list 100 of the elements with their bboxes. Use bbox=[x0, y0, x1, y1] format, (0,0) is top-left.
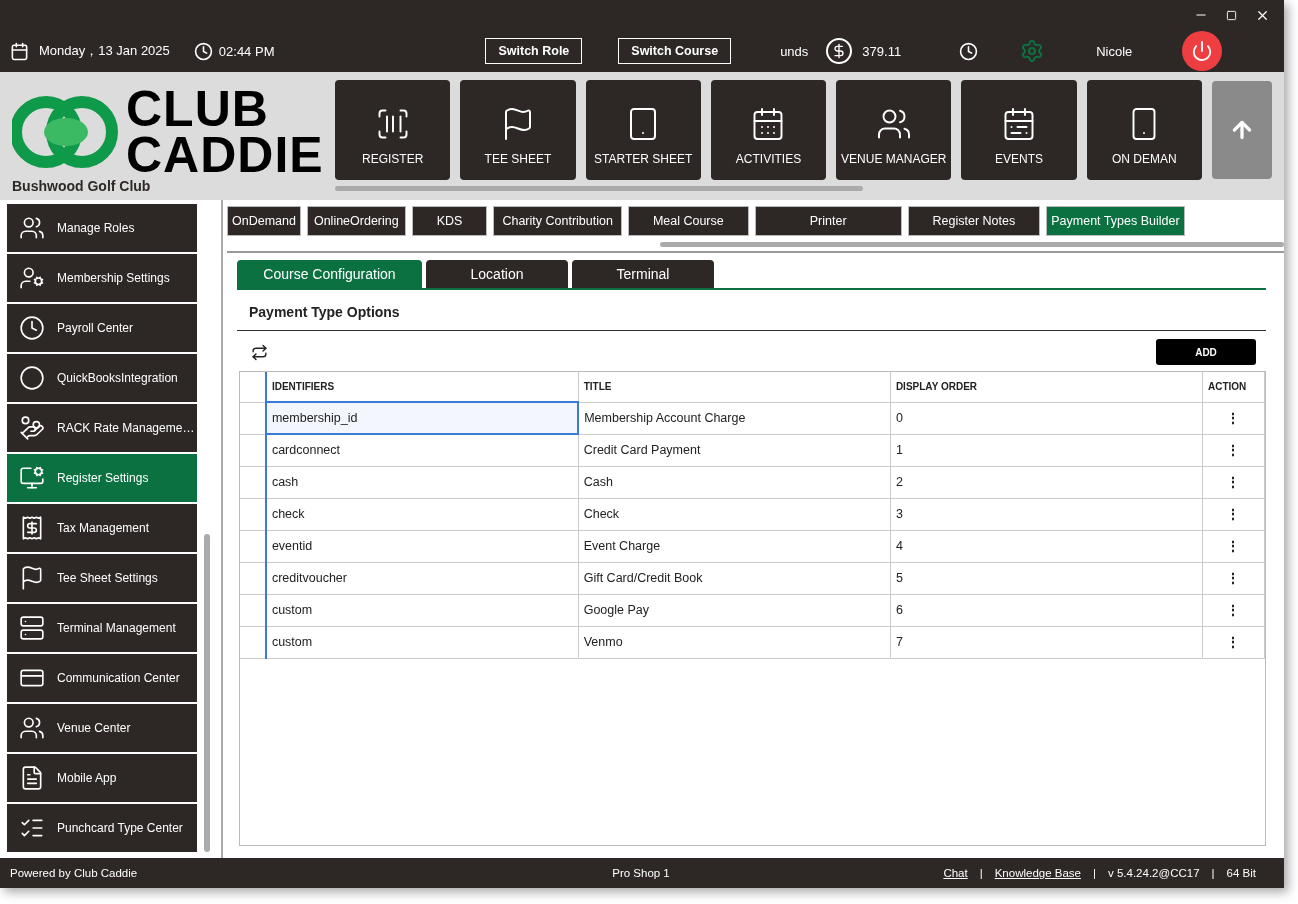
separator-text: | bbox=[979, 867, 983, 879]
table-cell: custom bbox=[265, 594, 579, 626]
nav-tile[interactable]: ON DEMAN bbox=[1086, 80, 1202, 180]
people-icon bbox=[19, 715, 45, 741]
sidebar-item[interactable]: Punchcard Type Center bbox=[7, 804, 197, 852]
people-icon bbox=[19, 215, 45, 241]
nav-tile[interactable]: REGISTER bbox=[335, 80, 451, 180]
column-header: ACTION bbox=[1202, 372, 1265, 402]
settings-tab[interactable]: KDS bbox=[411, 206, 488, 236]
config-tab[interactable]: Location bbox=[426, 260, 568, 288]
sidebar-item[interactable]: Tax Management bbox=[7, 504, 197, 552]
separator-text: | bbox=[1211, 867, 1215, 879]
table-cell: 7 bbox=[890, 626, 1203, 658]
chat-link[interactable]: Chat bbox=[943, 867, 968, 879]
settings-tab[interactable]: OnDemand bbox=[227, 206, 301, 236]
more-button[interactable]: ⋮ bbox=[1226, 570, 1240, 586]
settings-tab[interactable]: Register Notes bbox=[907, 206, 1041, 236]
time-text: 02:44 PM bbox=[218, 43, 275, 59]
sidebar-item[interactable]: RACK Rate Manageme… bbox=[7, 404, 197, 452]
table-cell: Venmo bbox=[578, 626, 891, 658]
sidebar-item[interactable]: Payroll Center bbox=[7, 304, 197, 352]
table-cell: membership_id bbox=[265, 402, 579, 434]
more-button[interactable]: ⋮ bbox=[1226, 538, 1240, 554]
sidebar-item[interactable]: Venue Center bbox=[7, 704, 197, 752]
table-cell: Check bbox=[578, 498, 891, 530]
more-button[interactable]: ⋮ bbox=[1226, 634, 1240, 650]
switch-role-button[interactable]: Switch Role bbox=[485, 38, 583, 64]
logo-text: CADDIE bbox=[126, 132, 324, 178]
table-cell: Google Pay bbox=[578, 594, 891, 626]
table-cell: 6 bbox=[890, 594, 1203, 626]
table-cell: 3 bbox=[890, 498, 1203, 530]
clock-icon bbox=[19, 315, 45, 341]
station-text: Pro Shop 1 bbox=[612, 867, 670, 879]
nav-tile[interactable]: TEE SHEET bbox=[460, 80, 576, 180]
sidebar-item[interactable]: Membership Settings bbox=[7, 254, 197, 302]
user-name: Nicole bbox=[1096, 43, 1133, 59]
version-text: v 5.4.24.2@CC17 bbox=[1108, 867, 1200, 879]
table-cell: Event Charge bbox=[578, 530, 891, 562]
power-icon bbox=[1191, 40, 1214, 62]
settings-tab[interactable]: Meal Course bbox=[627, 206, 749, 236]
server-icon bbox=[19, 615, 45, 641]
more-button[interactable]: ⋮ bbox=[1226, 474, 1240, 490]
table-cell: cardconnect bbox=[265, 434, 579, 466]
table-cell: Credit Card Payment bbox=[578, 434, 891, 466]
settings-tab[interactable]: Payment Types Builder bbox=[1046, 206, 1185, 236]
column-header: TITLE bbox=[578, 372, 891, 402]
table-cell: Gift Card/Credit Book bbox=[578, 562, 891, 594]
logo-text: CLUB bbox=[126, 86, 269, 132]
funds-label: unds bbox=[780, 43, 809, 59]
column-header: DISPLAY ORDER bbox=[890, 372, 1203, 402]
sidebar-item[interactable]: Tee Sheet Settings bbox=[7, 554, 197, 602]
clock-icon[interactable] bbox=[959, 41, 979, 61]
table-cell: 5 bbox=[890, 562, 1203, 594]
config-tab[interactable]: Terminal bbox=[572, 260, 714, 288]
sidebar-item[interactable]: Register Settings bbox=[7, 454, 197, 502]
table-cell: 0 bbox=[890, 402, 1203, 434]
table-cell: 2 bbox=[890, 466, 1203, 498]
club-name: Bushwood Golf Club bbox=[12, 178, 152, 194]
refresh-icon[interactable] bbox=[251, 343, 268, 361]
nav-tile[interactable]: STARTER SHEET bbox=[585, 80, 701, 180]
table-cell: 4 bbox=[890, 530, 1203, 562]
table-cell: cash bbox=[265, 466, 579, 498]
switch-course-button[interactable]: Switch Course bbox=[618, 38, 732, 64]
table-cell: 1 bbox=[890, 434, 1203, 466]
config-tab[interactable]: Course Configuration bbox=[237, 260, 422, 288]
settings-tab[interactable]: Charity Contribution bbox=[493, 206, 622, 236]
nav-tile[interactable]: EVENTS bbox=[961, 80, 1077, 180]
nav-tile[interactable]: ACTIVITIES bbox=[710, 80, 827, 180]
sidebar-item[interactable]: QuickBooksIntegration bbox=[7, 354, 197, 402]
date-text: Monday，13 Jan 2025 bbox=[39, 42, 170, 60]
sidebar-item[interactable]: Communication Center bbox=[7, 654, 197, 702]
table-cell: custom bbox=[265, 626, 579, 658]
settings-icon[interactable] bbox=[1020, 39, 1045, 63]
settings-tab[interactable]: Printer bbox=[754, 206, 902, 236]
sidebar-item[interactable]: Mobile App bbox=[7, 754, 197, 802]
more-button[interactable]: ⋮ bbox=[1226, 442, 1240, 458]
knowledge-base-link[interactable]: Knowledge Base bbox=[994, 867, 1081, 879]
table-cell: Cash bbox=[578, 466, 891, 498]
clock-icon bbox=[193, 41, 213, 61]
balance-text: 379.11 bbox=[862, 43, 902, 59]
powered-by-text: Powered by Club Caddie bbox=[10, 867, 138, 879]
section-title: Payment Type Options bbox=[237, 290, 1266, 331]
nav-tile[interactable]: VENUE MANAGER bbox=[836, 80, 952, 180]
settings-tab[interactable]: OnlineOrdering bbox=[306, 206, 406, 236]
power-button[interactable] bbox=[1182, 31, 1223, 71]
more-button[interactable]: ⋮ bbox=[1226, 506, 1240, 522]
separator-text: | bbox=[1093, 867, 1096, 879]
bits-text: 64 Bit bbox=[1226, 867, 1256, 879]
maximize-icon[interactable] bbox=[1226, 9, 1237, 21]
table-cell: creditvoucher bbox=[265, 562, 579, 594]
dollar-icon bbox=[826, 38, 853, 64]
add-button[interactable]: ADD bbox=[1156, 339, 1256, 365]
circle-icon bbox=[19, 365, 45, 391]
sidebar-item[interactable]: Manage Roles bbox=[7, 204, 197, 252]
more-button[interactable]: ⋮ bbox=[1226, 410, 1240, 426]
gear-person-icon bbox=[19, 265, 45, 291]
table-cell: check bbox=[265, 498, 579, 530]
more-button[interactable]: ⋮ bbox=[1226, 602, 1240, 618]
sidebar-item[interactable]: Terminal Management bbox=[7, 604, 197, 652]
hands-coin-icon bbox=[19, 415, 45, 441]
